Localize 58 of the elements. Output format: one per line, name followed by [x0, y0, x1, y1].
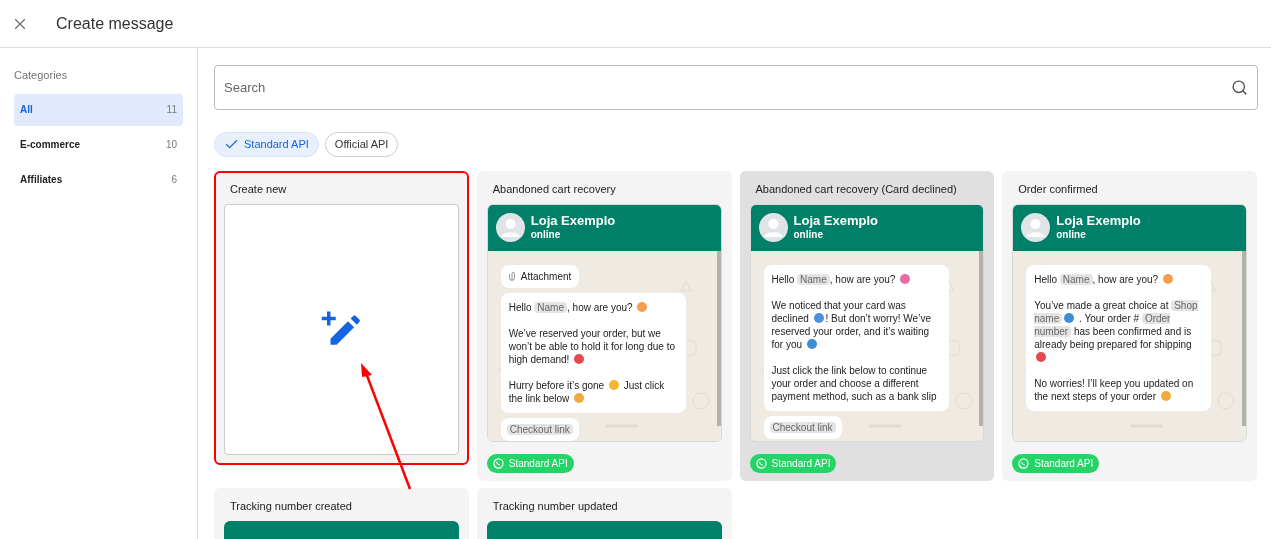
- message-text: Hello Name , how are you?: [771, 272, 941, 286]
- card-title: Tracking number updated: [491, 499, 619, 514]
- category-count: 10: [165, 138, 177, 152]
- avatar-icon: [1021, 213, 1051, 242]
- contact-name: Loja Exemplo: [530, 213, 616, 230]
- message-text: Hello Name , how are you?: [508, 300, 678, 314]
- message-text: Hello Name , how are you?: [1034, 272, 1204, 286]
- card-title: Abandoned cart recovery (Card declined): [754, 182, 958, 197]
- api-badge: Standard API: [1012, 453, 1100, 473]
- message-text: You’ve made a great choice at Shop name . Your order # Order number has been confirmed and is already being prepared for shipping: [1034, 298, 1204, 364]
- avatar-icon: [495, 213, 525, 242]
- category-label: All: [20, 103, 33, 117]
- variable-chip: Name: [1059, 273, 1093, 285]
- attachment-label: Attachment: [520, 269, 572, 284]
- template-card[interactable]: [739, 171, 995, 481]
- contact-name: Loja Exemplo: [1056, 213, 1141, 230]
- search-input: Search: [224, 77, 1231, 98]
- avatar-icon: [758, 213, 788, 242]
- template-card[interactable]: [1002, 171, 1257, 481]
- api-badge: Standard API: [486, 453, 574, 473]
- link-chip: Checkout link: [506, 423, 573, 435]
- sidebar-heading: Categories: [14, 68, 69, 83]
- message-text: Hurry before it’s gone Just click the link below: [508, 378, 666, 405]
- category-item[interactable]: E-commerce 10: [14, 128, 183, 161]
- message-text: We noticed that your card was declined ! But don’t worry! We’ve reserved your order, and it’s waiting for you: [771, 298, 932, 351]
- category-item[interactable]: Affiliates 6: [14, 163, 183, 196]
- variable-chip: Name: [534, 301, 567, 313]
- card-title: Abandoned cart recovery: [491, 182, 617, 197]
- contact-name: Loja Exemplo: [793, 213, 879, 230]
- message-text: No worries! I’ll keep you updated on the next steps of your order: [1034, 376, 1195, 403]
- chat-bubble-icon: [492, 457, 504, 469]
- category-label: E-commerce: [20, 138, 81, 152]
- category-label: Affiliates: [20, 173, 63, 187]
- search-icon: [1231, 79, 1248, 96]
- window-title: Create message: [56, 13, 174, 34]
- card-title: Create new: [229, 182, 288, 197]
- message-text: We’ve reserved your order, but we won’t be able to hold it for long due to high demand!: [508, 326, 676, 366]
- template-card[interactable]: Tracking number created: [214, 488, 469, 539]
- search-field[interactable]: Search: [214, 65, 1258, 110]
- category-count: 6: [171, 173, 177, 187]
- template-card[interactable]: Tracking number updated: [476, 488, 732, 539]
- message-text: Just click the link below to continue your order and choose a different payment method, such as a bank slip: [771, 363, 938, 403]
- filter-chip[interactable]: Standard API: [214, 132, 319, 157]
- chat-bubble-icon: [755, 457, 767, 469]
- contact-status: online: [793, 229, 824, 242]
- api-badge: Standard API: [749, 453, 837, 473]
- variable-chip: Name: [797, 273, 830, 285]
- link-chip: Checkout link: [769, 421, 836, 433]
- template-card[interactable]: Create new: [214, 171, 469, 465]
- category-count: 11: [166, 103, 177, 117]
- contact-status: online: [1056, 229, 1087, 242]
- paperclip-icon: [508, 271, 515, 281]
- template-card[interactable]: [476, 171, 732, 481]
- card-title: Tracking number created: [229, 499, 353, 514]
- contact-status: online: [530, 229, 562, 242]
- chat-bubble-icon: [1018, 457, 1030, 469]
- category-item[interactable]: All 11: [14, 93, 183, 126]
- card-title: Order confirmed: [1017, 182, 1099, 197]
